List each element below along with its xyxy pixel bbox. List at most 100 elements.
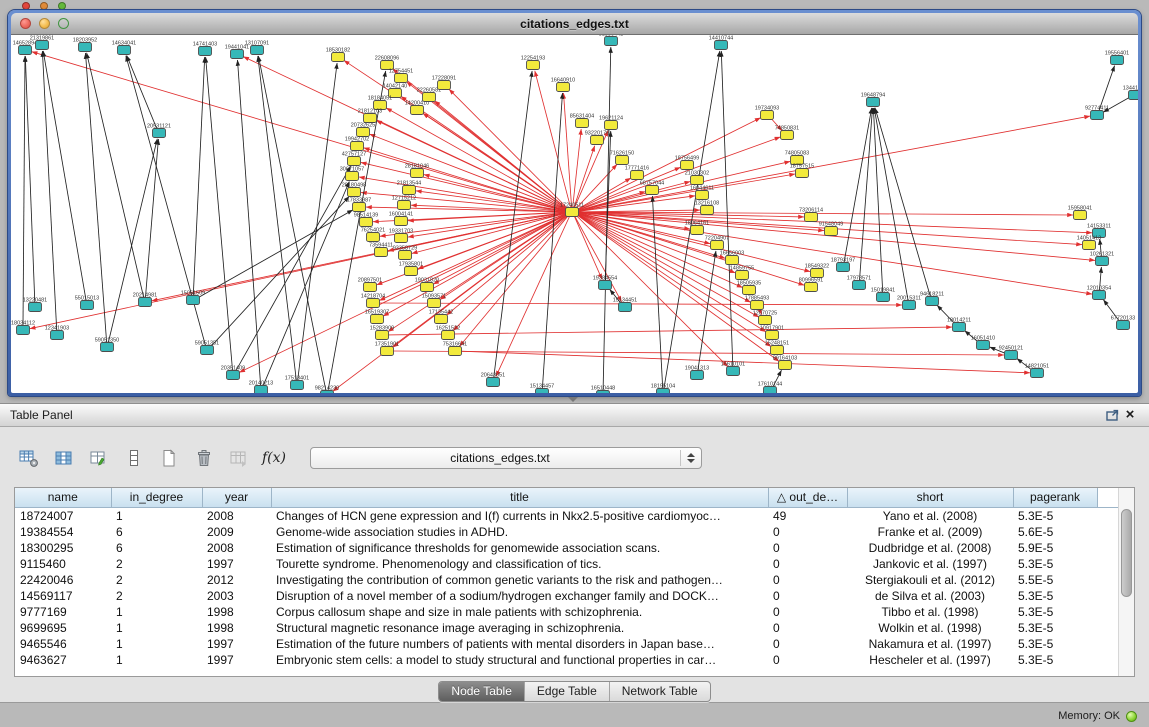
close-button[interactable] <box>20 18 31 29</box>
graph-node[interactable]: 16519307 <box>365 310 389 324</box>
graph-node[interactable]: 10917901 <box>760 326 784 340</box>
graph-node[interactable]: 18505935 <box>737 281 761 295</box>
graph-node[interactable]: 20351409 <box>221 366 245 380</box>
graph-node[interactable]: 98514139 <box>354 213 378 227</box>
function-builder-button[interactable]: f(x) <box>261 445 287 471</box>
table-selector-dropdown[interactable]: citations_edges.txt <box>310 447 702 469</box>
graph-node[interactable]: 59051350 <box>95 338 119 352</box>
graph-node[interactable]: 15134451 <box>613 298 637 312</box>
column-header-out-de[interactable]: △ out_de… <box>768 488 847 507</box>
graph-node[interactable]: 22608096 <box>375 56 399 70</box>
graph-node[interactable]: 28181046 <box>405 164 429 178</box>
graph-node[interactable]: 19734093 <box>755 106 779 120</box>
graph-node[interactable]: 19441041 <box>225 45 249 59</box>
graph-node[interactable]: 18530182 <box>326 48 350 62</box>
graph-node[interactable]: 67720133 <box>1111 316 1135 330</box>
table-row[interactable]: 2242004622012Investigating the contribut… <box>15 572 1119 588</box>
graph-node[interactable]: 16640910 <box>551 78 575 92</box>
edit-columns-button[interactable] <box>86 445 112 471</box>
graph-node[interactable]: 14218704 <box>361 294 385 308</box>
table-row[interactable]: 1938455462009Genome-wide association stu… <box>15 524 1119 540</box>
app-zoom-button[interactable] <box>58 2 66 10</box>
graph-node[interactable]: 20643051 <box>481 373 505 387</box>
network-view[interactable]: 1724051118530182226080961275445114042140… <box>11 35 1138 393</box>
graph-node[interactable]: 20531121 <box>147 124 171 138</box>
graph-node[interactable]: 81830441 <box>599 35 623 46</box>
graph-node[interactable]: 28180498 <box>342 183 366 197</box>
graph-node[interactable]: 18757515 <box>790 164 814 178</box>
graph-node[interactable]: 13441970 <box>1123 86 1138 100</box>
graph-node[interactable]: 19648794 <box>861 93 885 107</box>
graph-node[interactable]: 14821051 <box>1025 364 1049 378</box>
graph-node[interactable]: 16044611 <box>690 186 714 200</box>
graph-node[interactable]: 15019841 <box>871 288 895 302</box>
column-header-in-degree[interactable]: in_degree <box>111 488 202 507</box>
network-window-titlebar[interactable]: citations_edges.txt <box>11 13 1138 35</box>
graph-node[interactable]: 12341903 <box>45 326 69 340</box>
table-row[interactable]: 1872400712008Changes of HCN gene express… <box>15 507 1119 524</box>
graph-node[interactable]: 19331703 <box>389 229 413 243</box>
column-header-year[interactable]: year <box>202 488 271 507</box>
column-header-name[interactable]: name <box>15 488 111 507</box>
graph-node[interactable]: 91548049 <box>819 222 843 236</box>
graph-node[interactable]: 14634041 <box>112 41 136 55</box>
tab-edge-table[interactable]: Edge Table <box>524 682 609 701</box>
graph-node[interactable]: 15248151 <box>765 341 789 355</box>
graph-node[interactable]: 12754451 <box>389 69 413 83</box>
graph-node[interactable]: 85631404 <box>570 114 594 128</box>
graph-node[interactable]: 17885493 <box>745 296 769 310</box>
table-settings-button[interactable] <box>16 445 42 471</box>
create-table-button[interactable] <box>156 445 182 471</box>
graph-node[interactable]: 19031820 <box>415 278 439 292</box>
close-panel-button[interactable]: × <box>1121 406 1139 424</box>
graph-node[interactable]: 16510448 <box>591 386 615 394</box>
graph-node[interactable]: 15093571 <box>422 294 446 308</box>
zoom-button[interactable] <box>58 18 69 29</box>
graph-node[interactable]: 18184051 <box>368 96 392 110</box>
minimize-button[interactable] <box>39 18 50 29</box>
graph-node[interactable]: 12254193 <box>521 56 545 70</box>
app-minimize-button[interactable] <box>40 2 48 10</box>
graph-node[interactable]: 93358729 <box>393 246 417 260</box>
column-header-short[interactable]: short <box>847 488 1013 507</box>
graph-node[interactable]: 20015311 <box>897 296 921 310</box>
graph-node[interactable]: 19556401 <box>1105 51 1129 65</box>
graph-node[interactable]: 17973571 <box>847 276 871 290</box>
graph-node[interactable]: 15051509 <box>181 291 205 305</box>
graph-node[interactable]: 89164103 <box>773 356 797 370</box>
column-display-button[interactable] <box>51 445 77 471</box>
graph-node[interactable]: 75316641 <box>443 342 467 356</box>
graph-node[interactable]: 94618211 <box>920 292 944 306</box>
graph-node[interactable]: 76254021 <box>361 228 385 242</box>
graph-node[interactable]: 18549322 <box>805 264 829 278</box>
table-row[interactable]: 946362711997Embryonic stem cells: a mode… <box>15 652 1119 668</box>
delete-table-button[interactable] <box>191 445 217 471</box>
graph-node[interactable]: 42757127 <box>342 152 366 166</box>
graph-node[interactable]: 15134457 <box>530 384 554 394</box>
graph-node[interactable]: 18793197 <box>831 258 855 272</box>
graph-node[interactable]: 93220176 <box>585 131 609 145</box>
table-row[interactable]: 1830029562008Estimation of significance … <box>15 540 1119 556</box>
graph-node[interactable]: 73206114 <box>799 208 823 222</box>
graph-node[interactable]: 59051351 <box>195 341 219 355</box>
graph-node[interactable]: 21813544 <box>397 181 421 195</box>
graph-node[interactable]: 18203952 <box>73 38 97 52</box>
graph-node[interactable]: 15610101 <box>721 362 745 376</box>
graph-node[interactable]: 71626150 <box>610 151 634 165</box>
graph-node[interactable]: 55015013 <box>75 296 99 310</box>
table-scrollbar[interactable] <box>1118 488 1134 676</box>
tab-node-table[interactable]: Node Table <box>439 682 524 701</box>
graph-node[interactable]: 14741403 <box>193 42 217 56</box>
graph-node[interactable]: 14051413 <box>1077 236 1101 250</box>
graph-node[interactable]: 20732625 <box>351 123 375 137</box>
graph-node[interactable]: 20140213 <box>249 381 273 394</box>
table-row[interactable]: 946554611997Estimation of the future num… <box>15 636 1119 652</box>
graph-node[interactable]: 19041313 <box>685 366 709 380</box>
graph-node[interactable]: 20214981 <box>133 293 157 307</box>
graph-node[interactable]: 12010354 <box>1087 286 1111 300</box>
graph-node[interactable]: 12070725 <box>753 311 777 325</box>
column-header-pagerank[interactable]: pagerank <box>1013 488 1097 507</box>
graph-node[interactable]: 10261321 <box>1090 252 1114 266</box>
graph-node[interactable]: 18014211 <box>947 318 971 332</box>
graph-node[interactable]: 15283909 <box>370 326 394 340</box>
